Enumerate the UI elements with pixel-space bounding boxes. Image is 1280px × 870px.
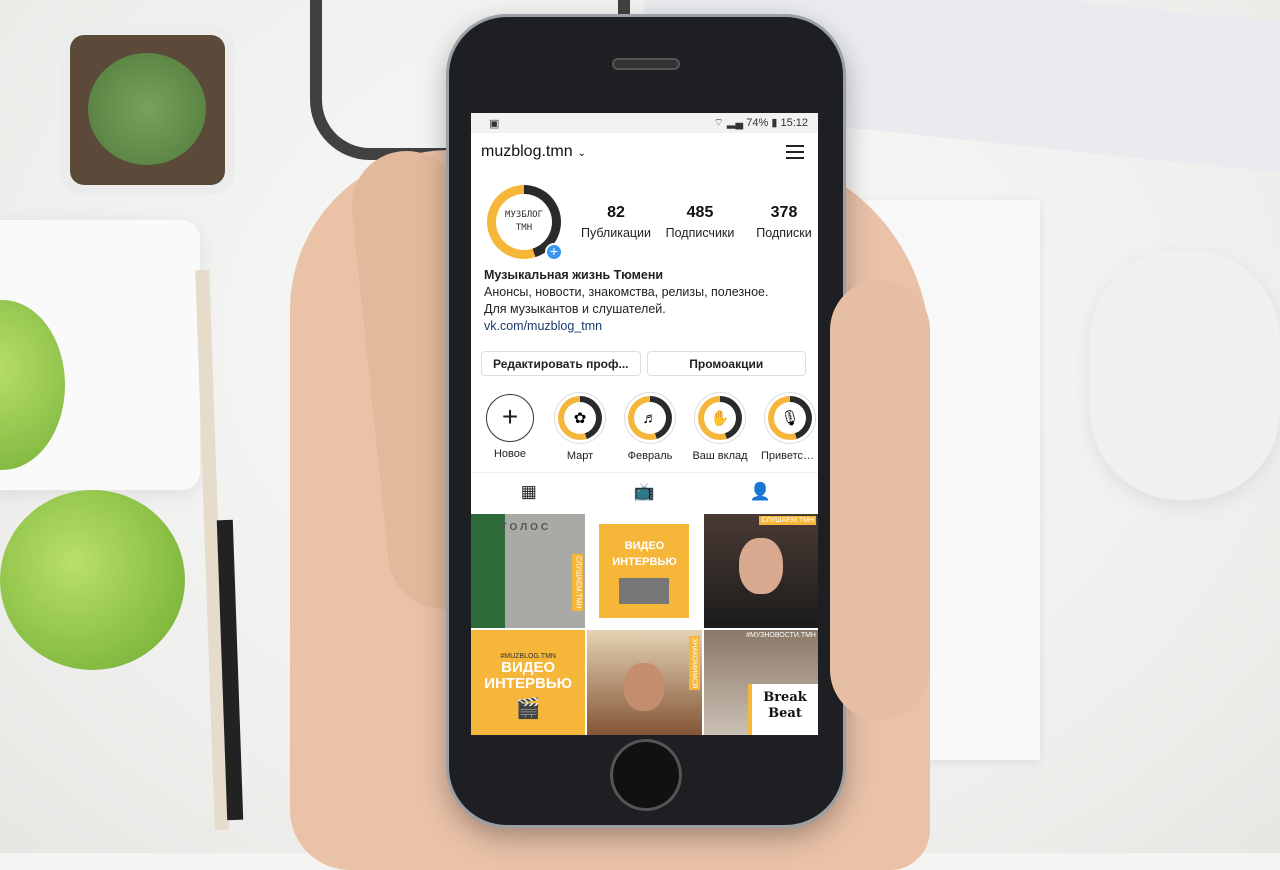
film-reel-icon: 🎬 [515, 698, 541, 720]
microphone-icon: 🎙 [774, 402, 806, 434]
highlight-label: Март [566, 450, 594, 462]
stat-posts[interactable]: 82 Публикации [577, 204, 655, 240]
grid-icon[interactable]: ▦ [471, 482, 587, 502]
screenshot-icon: ▣ [489, 117, 500, 130]
avatar[interactable]: МУЗБЛОГ ТМН + [487, 185, 563, 261]
stat-label: Подписчики [665, 226, 735, 240]
post-tile[interactable]: #MUZBLOG.TMN ВИДЕО ИНТЕРВЬЮ 🎬 [471, 630, 586, 735]
wifi-icon: ⌔ ▂▄ [713, 117, 744, 129]
top-bar: muzblog.tmn ⌄ [471, 133, 818, 171]
add-story-icon[interactable]: + [545, 243, 563, 261]
chevron-down-icon: ⌄ [577, 148, 586, 159]
post-tile[interactable]: #МУЗНОВОСТИ.ТМН Break Beat [703, 630, 818, 735]
cactus-plant [70, 35, 225, 185]
profile-header: МУЗБЛОГ ТМН + 82 Публикации 485 Подписчики … [471, 171, 818, 263]
profile-tabs: ▦ 📺 👤 [471, 472, 818, 510]
bio-line: Для музыкантов и слушателей. [484, 302, 666, 316]
stat-value: 82 [607, 204, 625, 221]
story-highlights: + Новое ✿ Март ♬ Февраль ✋ Ваш вклад 🎙 Привет… [471, 376, 818, 462]
account-switcher[interactable]: muzblog.tmn ⌄ [481, 143, 586, 161]
post-tag: #МУЗНОВОСТИ.ТМН [746, 632, 816, 639]
highlight-march[interactable]: ✿ Март [551, 392, 609, 462]
bio: Музыкальная жизнь Тюмени Анонсы, новости… [471, 263, 818, 339]
post-title: ГОЛОС [501, 522, 552, 533]
highlight-label: Приветств... [761, 450, 818, 462]
status-bar: ▣ ⌔ ▂▄ 74% ▮ 15:12 [471, 113, 818, 133]
avatar-text: МУЗБЛОГ [505, 210, 543, 221]
portrait-photo [738, 538, 783, 594]
avatar-text: ТМН [515, 223, 533, 233]
promotions-button[interactable]: Промоакции [646, 351, 806, 376]
battery-icon: ▮ [771, 117, 778, 129]
post-title: ВИДЕО ИНТЕРВЬЮ [612, 540, 677, 568]
clock: 15:12 [780, 117, 808, 129]
post-title: ВИДЕО ИНТЕРВЬЮ [484, 659, 573, 692]
post-tag: СЛУШАЕМ.ТМН [572, 554, 584, 611]
piano-icon: ♬ [634, 402, 666, 434]
battery-level: 74% [746, 117, 769, 129]
profile-name: Музыкальная жизнь Тюмени [484, 268, 664, 282]
hamburger-menu-icon[interactable] [786, 145, 804, 159]
edit-profile-button[interactable]: Редактировать проф... [481, 351, 641, 376]
username: muzblog.tmn [481, 143, 573, 160]
bio-link[interactable]: vk.com/muzblog_tmn [484, 318, 805, 335]
igtv-icon[interactable]: 📺 [587, 482, 703, 502]
posts-grid: ГОЛОС СЛУШАЕМ.ТМН ВИДЕО ИНТЕРВЬЮ СЛУШАЕМ.… [471, 514, 818, 735]
post-tag: ЗНАКОМИМСЯ [688, 636, 700, 691]
highlight-new[interactable]: + Новое [481, 392, 539, 462]
mouse [1090, 250, 1280, 500]
portrait-photo [624, 663, 665, 711]
post-title: Break Beat [763, 690, 807, 721]
rose-icon: ✿ [564, 402, 596, 434]
post-tile[interactable]: ВИДЕО ИНТЕРВЬЮ [587, 514, 702, 628]
highlight-label: Февраль [627, 450, 673, 462]
highlight-greetings[interactable]: 🎙 Приветств... [761, 392, 818, 462]
post-tile[interactable]: ГОЛОС СЛУШАЕМ.ТМН [471, 514, 586, 628]
apple [0, 490, 185, 670]
highlight-label: Ваш вклад [692, 450, 748, 462]
stat-following[interactable]: 378 Подписки [745, 204, 818, 240]
stat-label: Публикации [580, 226, 652, 240]
stat-value: 378 [770, 204, 798, 221]
highlight-contribution[interactable]: ✋ Ваш вклад [691, 392, 749, 462]
highlight-label: Новое [493, 448, 527, 460]
stat-followers[interactable]: 485 Подписчики [661, 204, 739, 240]
plus-icon: + [486, 394, 534, 442]
phone-speaker [612, 58, 680, 70]
home-button[interactable] [613, 742, 679, 808]
fingers [830, 280, 930, 720]
post-tile[interactable]: ЗНАКОМИМСЯ [587, 630, 702, 735]
tagged-icon[interactable]: 👤 [702, 482, 818, 502]
post-tile[interactable]: СЛУШАЕМ.ТМН [703, 514, 818, 628]
stat-value: 485 [686, 204, 714, 221]
stat-label: Подписки [756, 226, 812, 240]
hands-icon: ✋ [704, 402, 736, 434]
phone-screen: ▣ ⌔ ▂▄ 74% ▮ 15:12 muzblog.tmn ⌄ МУЗБЛОГ Т… [471, 113, 818, 735]
bio-line: Анонсы, новости, знакомства, релизы, пол… [484, 285, 769, 299]
laptop-icon [619, 578, 670, 604]
post-tag: СЛУШАЕМ.ТМН [759, 516, 816, 525]
highlight-february[interactable]: ♬ Февраль [621, 392, 679, 462]
